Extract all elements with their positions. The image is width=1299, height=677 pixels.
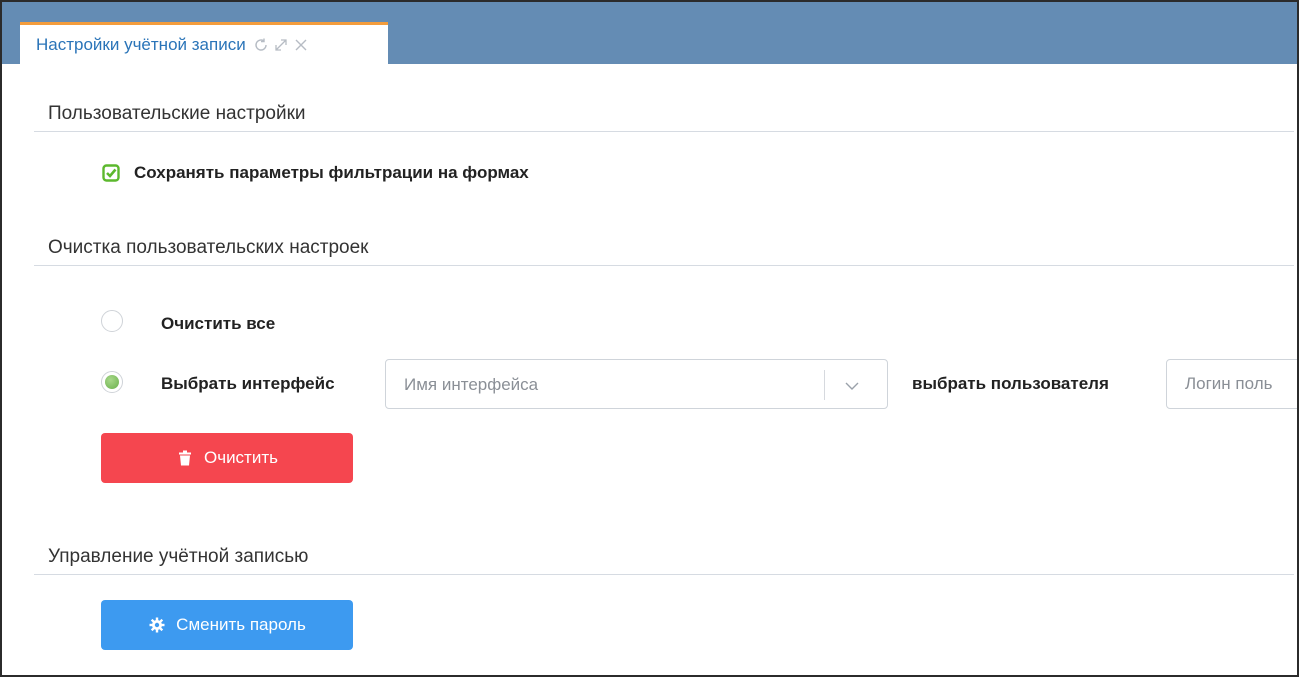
- section-account-management: Управление учётной записью: [34, 541, 1294, 575]
- section-title: Пользовательские настройки: [48, 103, 306, 124]
- tab-title: Настройки учётной записи: [36, 34, 246, 54]
- save-filter-label: Сохранять параметры фильтрации на формах: [134, 163, 529, 182]
- trash-icon: [176, 449, 194, 467]
- section-title: Очистка пользовательских настроек: [48, 237, 369, 258]
- select-user-label: выбрать пользователя: [912, 374, 1109, 393]
- close-icon[interactable]: [292, 36, 310, 54]
- checkbox-checked-icon[interactable]: [102, 164, 120, 182]
- interface-select[interactable]: Имя интерфейса: [385, 359, 888, 409]
- chevron-down-icon[interactable]: [844, 378, 860, 394]
- change-password-button[interactable]: Сменить пароль: [101, 600, 353, 650]
- interface-select-placeholder: Имя интерфейса: [404, 375, 539, 394]
- clear-all-label: Очистить все: [161, 314, 276, 333]
- select-interface-radio[interactable]: [101, 371, 123, 393]
- clear-button-label: Очистить: [203, 448, 278, 467]
- section-clear-settings: Очистка пользовательских настроек: [34, 232, 1294, 266]
- select-interface-label: Выбрать интерфейс: [161, 374, 335, 393]
- clear-all-radio[interactable]: [101, 310, 123, 332]
- refresh-icon[interactable]: [252, 36, 270, 54]
- section-title: Управление учётной записью: [48, 546, 309, 567]
- save-filter-checkbox-row[interactable]: Сохранять параметры фильтрации на формах: [102, 163, 529, 183]
- tab-actions: [252, 36, 310, 54]
- tab-account-settings[interactable]: Настройки учётной записи: [20, 22, 388, 64]
- app-window: Настройки учётной записи Пользовательски…: [0, 0, 1299, 677]
- select-divider: [824, 370, 825, 400]
- login-input[interactable]: [1166, 359, 1297, 409]
- clear-button[interactable]: Очистить: [101, 433, 353, 483]
- gear-icon: [148, 616, 166, 634]
- content-area: Пользовательские настройки Сохранять пар…: [2, 64, 1297, 675]
- change-password-label: Сменить пароль: [176, 615, 306, 634]
- tab-bar: Настройки учётной записи: [2, 2, 1297, 64]
- section-user-settings: Пользовательские настройки: [34, 98, 1294, 132]
- expand-icon[interactable]: [272, 36, 290, 54]
